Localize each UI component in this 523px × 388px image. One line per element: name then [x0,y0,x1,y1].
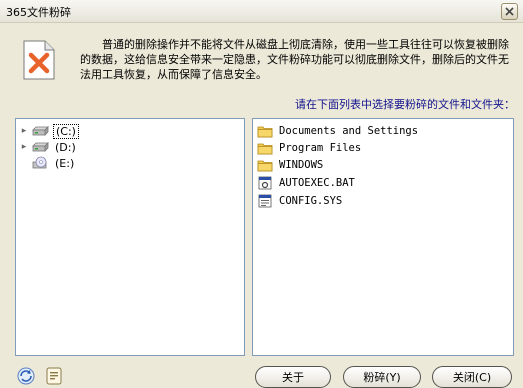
file-list-item[interactable]: AUTOEXEC.BAT [257,175,355,191]
file-name: WINDOWS [279,159,324,171]
close-icon [505,7,514,16]
file-name: Program Files [279,142,362,154]
expand-icon[interactable]: ▸ [20,126,28,136]
title-bar: 365文件粉碎 [0,0,523,23]
drive-tree-panel[interactable]: ▸ (C:) ▸ (D:) (E:) [15,118,245,356]
close-window-button[interactable] [501,3,518,20]
tree-item-e-drive[interactable]: (E:) [20,155,76,171]
properties-icon[interactable] [44,366,64,386]
shred-button[interactable]: 粉碎(Y) [343,366,421,388]
expand-icon[interactable]: ▸ [20,142,28,152]
description-text: 普通的删除操作并不能将文件从磁盘上彻底清除，使用一些工具往往可以恢复被删除的数据… [80,38,509,81]
file-list-item[interactable]: WINDOWS [257,157,323,173]
file-name: Documents and Settings [279,125,419,137]
tree-item-c-drive[interactable]: ▸ (C:) [20,123,79,139]
hard-drive-icon [32,126,49,136]
system-file-icon [258,194,272,208]
file-name: AUTOEXEC.BAT [279,177,355,189]
tree-item-d-drive[interactable]: ▸ (D:) [20,139,78,155]
instruction-text: 请在下面列表中选择要粉碎的文件和文件夹： [295,98,515,111]
file-list-item[interactable]: CONFIG.SYS [257,193,342,209]
file-name: CONFIG.SYS [279,195,343,207]
refresh-icon[interactable] [16,366,36,386]
batch-file-icon [258,176,272,190]
drive-label: (D:) [55,140,76,154]
close-button[interactable]: 关闭(C) [432,366,512,388]
file-list-item[interactable]: Program Files [257,140,361,156]
file-list-item[interactable]: Documents and Settings [257,123,418,139]
drive-label: (E:) [55,156,75,170]
about-button[interactable]: 关于 [255,366,331,388]
cd-drive-icon [32,156,47,169]
drive-label: (C:) [53,123,79,139]
shred-document-icon [23,40,55,80]
file-list-panel[interactable]: Documents and Settings Program Files WIN… [252,118,514,356]
hard-drive-icon [32,142,49,152]
folder-icon [257,143,273,155]
folder-icon [257,126,273,138]
folder-icon [257,160,273,172]
window-title: 365文件粉碎 [6,6,71,19]
